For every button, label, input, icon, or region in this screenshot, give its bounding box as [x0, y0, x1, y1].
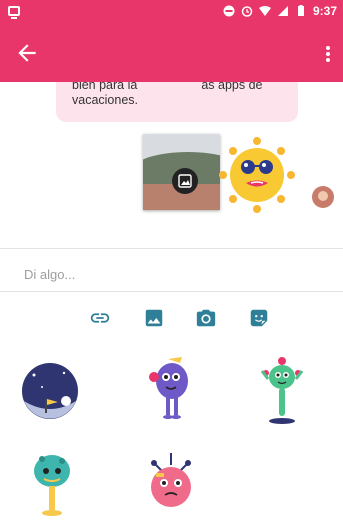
signal-icon	[277, 6, 288, 16]
status-bar: 9:37	[0, 0, 343, 24]
sticker-icon[interactable]	[248, 307, 270, 329]
do-not-disturb-icon	[223, 5, 235, 17]
moon-sticker[interactable]	[20, 361, 80, 421]
message-bubble: bien para la as apps de vacaciones.	[56, 82, 298, 122]
wifi-icon	[258, 6, 271, 16]
app-bar	[0, 24, 343, 82]
camera-icon[interactable]	[195, 307, 217, 329]
purple-character-sticker[interactable]	[146, 355, 198, 427]
sun-sticker[interactable]	[218, 136, 296, 214]
cast-icon	[8, 6, 20, 19]
avatar[interactable]	[312, 186, 334, 208]
teal-character-sticker[interactable]	[28, 449, 76, 517]
status-icons: 9:37	[223, 4, 337, 18]
link-icon[interactable]	[89, 307, 111, 329]
message-line2: vacaciones.	[72, 93, 139, 107]
battery-icon	[297, 5, 304, 16]
compose-area	[0, 249, 343, 345]
sticker-tray	[0, 345, 343, 521]
pink-character-sticker[interactable]	[144, 451, 198, 517]
arrow-back-icon[interactable]	[14, 40, 40, 66]
alarm-icon	[241, 6, 253, 17]
status-time: 9:37	[312, 4, 337, 18]
more-vert-icon[interactable]	[323, 44, 333, 64]
message-line1: bien para la	[72, 82, 138, 92]
green-character-sticker[interactable]	[258, 353, 306, 429]
compose-line	[0, 291, 343, 292]
message-input[interactable]	[22, 263, 326, 285]
image-icon	[172, 168, 198, 194]
message-line1-end: as apps de	[201, 82, 263, 92]
image-icon[interactable]	[143, 307, 165, 329]
image-preview[interactable]	[143, 134, 220, 210]
